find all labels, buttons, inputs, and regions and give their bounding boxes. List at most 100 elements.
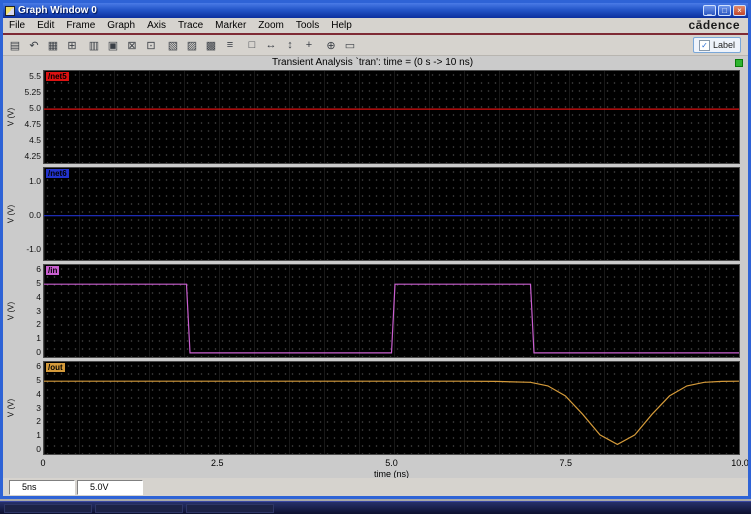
y-tick-label: 4.25 [24, 150, 41, 161]
menu-frame[interactable]: Frame [60, 20, 101, 31]
y-tick-label: 1 [36, 430, 41, 441]
label-checkbox[interactable]: ✓ [698, 39, 710, 51]
x-axis-title: time (ns) [373, 469, 409, 478]
cursor-x-readout[interactable]: 5ns [9, 479, 75, 495]
trace-label-net5[interactable]: /net5 [46, 72, 69, 81]
waveform-plot-net5[interactable]: /net5 [43, 70, 740, 164]
graph-area: Transient Analysis `tran': time = (0 s -… [3, 56, 748, 478]
minimize-button[interactable]: _ [703, 5, 716, 16]
y-tick-label: 1.0 [29, 175, 41, 186]
app-icon [5, 5, 15, 16]
menu-edit[interactable]: Edit [31, 20, 60, 31]
y-tick-label: 0 [36, 346, 41, 357]
y-tick-label: 5.25 [24, 87, 41, 98]
trace-label-out[interactable]: /out [46, 363, 65, 372]
waveform-plot-out[interactable]: /out [43, 361, 740, 455]
run-status-indicator [735, 59, 743, 67]
y-tick-label: 3 [36, 305, 41, 316]
x-tick-label: 2.5 [210, 458, 224, 468]
menu-axis[interactable]: Axis [141, 20, 172, 31]
restore-button[interactable]: □ [718, 5, 731, 16]
waveform-plot-net6[interactable]: /net6 [43, 167, 740, 261]
y-tick-label: 3 [36, 402, 41, 413]
menu-bar: File Edit Frame Graph Axis Trace Marker Zoom Too… [3, 18, 748, 35]
panel-out: V (V) 6 5 4 3 2 1 0 /out [5, 361, 740, 455]
y-axis-ticks: 6 5 4 3 2 1 0 [16, 361, 43, 455]
window-title: Graph Window 0 [18, 5, 97, 16]
y-axis-title: V (V) [6, 398, 15, 418]
y-tick-label: 5 [36, 375, 41, 386]
copy-window-button[interactable]: ⊠ [123, 37, 141, 54]
y-tick-label: 1 [36, 333, 41, 344]
zoom-fit-button[interactable]: □ [243, 37, 261, 54]
y-axis-ticks: 6 5 4 3 2 1 0 [16, 264, 43, 358]
add-subwindow-button[interactable]: ⊞ [63, 37, 81, 54]
taskbar-item[interactable] [186, 503, 274, 513]
y-tick-label: 2 [36, 416, 41, 427]
menu-marker[interactable]: Marker [209, 20, 252, 31]
y-tick-label: 6 [36, 361, 41, 372]
label-toggle[interactable]: ✓ Label [692, 37, 741, 53]
panel-net6: V (V) 1.0 0.0 -1.0 /net6 [5, 167, 740, 261]
y-tick-label: -1.0 [26, 243, 41, 254]
box-zoom-button[interactable]: ▭ [341, 37, 359, 54]
cadence-logo: cādence [688, 18, 740, 32]
panel-in: V (V) 6 5 4 3 2 1 0 /in [5, 264, 740, 358]
vertical-strips-button[interactable]: ▥ [85, 37, 103, 54]
close-button[interactable]: × [733, 5, 746, 16]
x-tick-label: 7.5 [559, 458, 573, 468]
toolbar-buttons: ▤ ↶ ▦ ⊞ ▥ ▣ ⊠ ⊡ ▧ ▨ ▩ ≡ □ ↔ ↕ + ⊕ ▭ [6, 37, 359, 54]
y-tick-label: 4.5 [29, 134, 41, 145]
menu-trace[interactable]: Trace [172, 20, 209, 31]
menu-items: File Edit Frame Graph Axis Trace Marker Zoom Too… [3, 20, 358, 31]
new-subwindow-button[interactable]: ▤ [6, 37, 24, 54]
y-tick-label: 5.0 [29, 103, 41, 114]
menu-zoom[interactable]: Zoom [252, 20, 290, 31]
snapshot-button[interactable]: ⊡ [142, 37, 160, 54]
undo-button[interactable]: ↶ [25, 37, 43, 54]
y-axis-title: V (V) [6, 204, 15, 224]
y-axis-ticks: 1.0 0.0 -1.0 [16, 167, 43, 261]
x-axis-ticks: 0 2.5 5.0 7.5 10.0 [40, 458, 748, 469]
y-tick-label: 2 [36, 319, 41, 330]
overlay-mode-button[interactable]: ▣ [104, 37, 122, 54]
composite-mode-button[interactable]: ▨ [183, 37, 201, 54]
menu-help[interactable]: Help [325, 20, 358, 31]
smith-mode-button[interactable]: ▩ [202, 37, 220, 54]
y-axis-title: V (V) [6, 107, 15, 127]
taskbar-item[interactable] [4, 503, 92, 513]
zoom-x-button[interactable]: ↔ [262, 37, 280, 54]
y-tick-label: 4.75 [24, 118, 41, 129]
stack-traces-button[interactable]: ≡ [221, 37, 239, 54]
y-tick-label: 4 [36, 388, 41, 399]
panel-net5: V (V) 5.5 5.25 5.0 4.75 4.5 4.25 /net5 [5, 70, 740, 164]
strip-chart-button[interactable]: ▧ [164, 37, 182, 54]
graph-window: Graph Window 0 _ □ × File Edit Frame Graph A… [0, 0, 751, 499]
title-bar[interactable]: Graph Window 0 _ □ × [3, 3, 748, 18]
trace-label-net6[interactable]: /net6 [46, 169, 69, 178]
label-checkbox-text: Label [712, 40, 735, 50]
taskbar-item[interactable] [95, 503, 183, 513]
y-axis-ticks: 5.5 5.25 5.0 4.75 4.5 4.25 [16, 70, 43, 164]
y-tick-label: 5.5 [29, 71, 41, 82]
menu-graph[interactable]: Graph [101, 20, 141, 31]
cursor-y-readout[interactable]: 5.0V [77, 479, 143, 495]
trace-label-in[interactable]: /in [46, 266, 60, 275]
y-tick-label: 0.0 [29, 209, 41, 220]
zoom-y-button[interactable]: ↕ [281, 37, 299, 54]
waveform-plot-in[interactable]: /in [43, 264, 740, 358]
menu-file[interactable]: File [3, 20, 31, 31]
grid-on-button[interactable]: ▦ [44, 37, 62, 54]
y-tick-label: 5 [36, 278, 41, 289]
x-tick-label: 0 [40, 458, 46, 468]
pan-button[interactable]: + [300, 37, 318, 54]
status-bar: 5ns 5.0V [3, 478, 748, 496]
y-tick-label: 0 [36, 443, 41, 454]
x-tick-label: 5.0 [385, 458, 398, 468]
y-tick-label: 6 [36, 264, 41, 275]
menu-tools[interactable]: Tools [290, 20, 325, 31]
marker-button[interactable]: ⊕ [322, 37, 340, 54]
y-axis-title: V (V) [6, 301, 15, 321]
toolbar: ▤ ↶ ▦ ⊞ ▥ ▣ ⊠ ⊡ ▧ ▨ ▩ ≡ □ ↔ ↕ + ⊕ ▭ ✓ Label [3, 35, 748, 56]
analysis-title: Transient Analysis `tran': time = (0 s -… [271, 57, 474, 68]
